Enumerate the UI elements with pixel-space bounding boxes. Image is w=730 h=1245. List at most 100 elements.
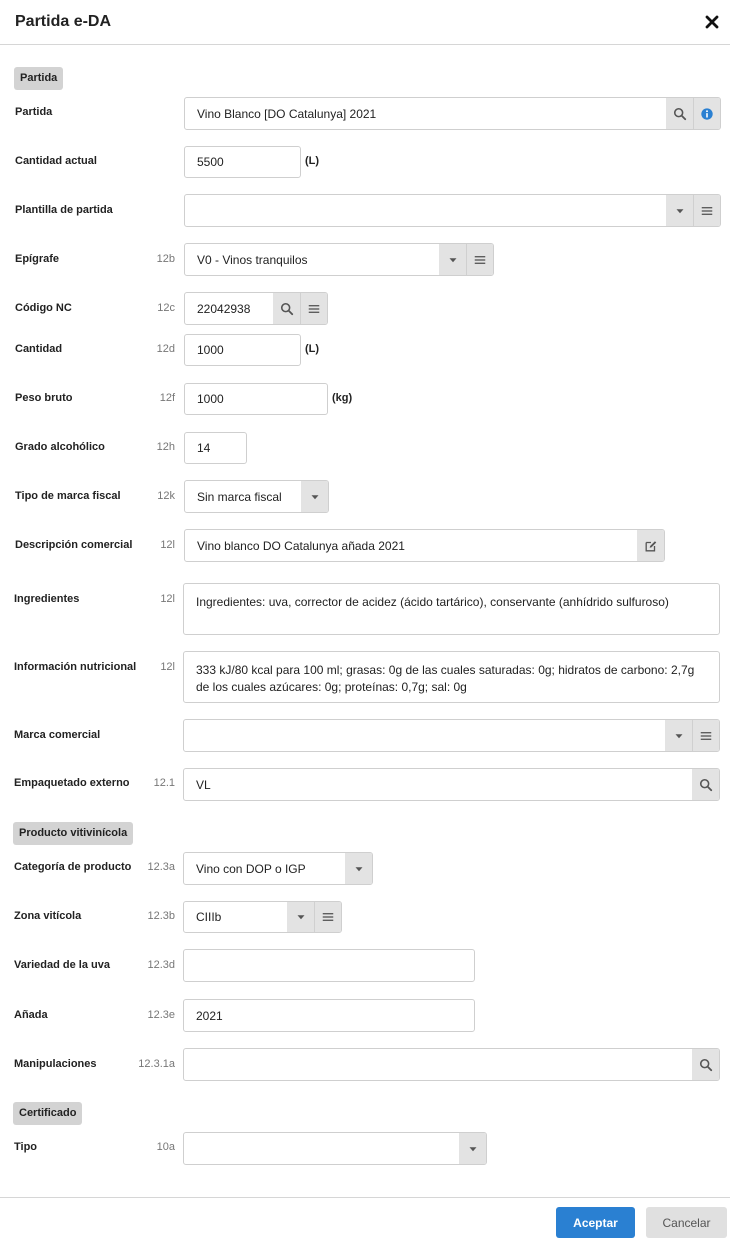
section-certificado: Certificado — [13, 1102, 83, 1125]
label-codigo-nc: Código NC — [15, 302, 72, 314]
code-peso-bruto: 12f — [159, 392, 175, 404]
label-marca-comercial: Marca comercial — [14, 729, 101, 741]
grado-value: 14 — [197, 441, 211, 455]
descripcion-input[interactable]: Vino blanco DO Catalunya añada 2021 — [184, 529, 665, 562]
label-anada: Añada — [14, 1009, 48, 1021]
marca-comercial-select[interactable] — [183, 719, 720, 752]
epigrafe-select[interactable]: V0 - Vinos tranquilos — [184, 243, 494, 276]
list-icon — [321, 910, 335, 924]
cantidad-actual-input[interactable]: 5500 — [184, 146, 301, 178]
tipo-marca-select[interactable]: Sin marca fiscal — [184, 480, 329, 513]
label-plantilla: Plantilla de partida — [15, 204, 113, 216]
label-descripcion: Descripción comercial — [15, 539, 133, 551]
label-peso-bruto: Peso bruto — [15, 392, 73, 404]
anada-value: 2021 — [196, 1008, 223, 1023]
manipulaciones-input[interactable] — [183, 1048, 720, 1081]
peso-bruto-value: 1000 — [197, 392, 224, 406]
cantidad-unit: (L) — [305, 343, 320, 355]
chevron-down-icon — [446, 253, 460, 267]
zona-value: CIIIb — [196, 910, 222, 924]
code-cantidad: 12d — [156, 343, 175, 355]
empaquetado-input[interactable]: VL — [183, 768, 720, 801]
code-zona: 12.3b — [147, 910, 175, 922]
label-tipo: Tipo — [14, 1141, 38, 1153]
tipo-marca-dropdown-button[interactable] — [301, 481, 328, 512]
label-partida: Partida — [15, 106, 53, 118]
partida-search-button[interactable] — [666, 98, 693, 129]
nutricional-value: 333 kJ/80 kcal para 100 ml; grasas: 0g d… — [196, 663, 695, 694]
plantilla-dropdown-button[interactable] — [666, 195, 693, 226]
code-nutricional: 12l — [160, 661, 175, 673]
partida-field[interactable]: Vino Blanco [DO Catalunya] 2021 — [184, 97, 721, 130]
partida-info-button[interactable] — [693, 98, 720, 129]
codigo-nc-list-button[interactable] — [300, 293, 327, 324]
chevron-down-icon — [466, 1142, 480, 1156]
nutricional-textarea[interactable]: 333 kJ/80 kcal para 100 ml; grasas: 0g d… — [183, 651, 720, 703]
variedad-input[interactable] — [183, 949, 475, 982]
search-icon — [699, 1058, 713, 1072]
cantidad-actual-value: 5500 — [197, 155, 224, 169]
epigrafe-list-button[interactable] — [466, 244, 493, 275]
code-categoria: 12.3a — [147, 861, 175, 873]
marca-comercial-dropdown-button[interactable] — [665, 720, 692, 751]
zona-select[interactable]: CIIIb — [183, 901, 342, 933]
epigrafe-value: V0 - Vinos tranquilos — [197, 252, 308, 267]
section-partida: Partida — [14, 67, 64, 90]
dialog-title: Partida e-DA — [15, 13, 112, 30]
peso-bruto-input[interactable]: 1000 — [184, 383, 328, 415]
peso-bruto-unit: (kg) — [332, 392, 353, 404]
code-grado: 12h — [156, 441, 175, 453]
cancel-button[interactable]: Cancelar — [646, 1207, 727, 1238]
chevron-down-icon — [294, 910, 308, 924]
categoria-select[interactable]: Vino con DOP o IGP — [183, 852, 373, 885]
descripcion-edit-button[interactable] — [637, 530, 664, 561]
code-tipo-marca: 12k — [157, 490, 175, 502]
zona-dropdown-button[interactable] — [287, 902, 314, 932]
list-icon — [699, 729, 713, 743]
epigrafe-dropdown-button[interactable] — [439, 244, 466, 275]
code-anada: 12.3e — [147, 1009, 175, 1021]
chevron-down-icon — [352, 862, 366, 876]
anada-input[interactable]: 2021 — [183, 999, 475, 1032]
plantilla-select[interactable] — [184, 194, 721, 227]
label-ingredientes: Ingredientes — [14, 593, 80, 605]
search-icon — [280, 302, 294, 316]
code-epigrafe: 12b — [156, 253, 175, 265]
categoria-value: Vino con DOP o IGP — [196, 861, 306, 876]
label-grado: Grado alcohólico — [15, 441, 105, 453]
label-categoria: Categoría de producto — [14, 861, 132, 873]
search-icon — [699, 778, 713, 792]
codigo-nc-search-button[interactable] — [273, 293, 300, 324]
close-button[interactable] — [703, 13, 721, 31]
codigo-nc-input[interactable]: 22042938 — [184, 292, 328, 325]
manipulaciones-search-button[interactable] — [692, 1049, 719, 1080]
chevron-down-icon — [308, 490, 322, 504]
cantidad-actual-unit: (L) — [305, 155, 320, 167]
code-codigo-nc: 12c — [157, 302, 175, 314]
zona-list-button[interactable] — [314, 902, 341, 932]
label-cantidad: Cantidad — [15, 343, 63, 355]
tipo-dropdown-button[interactable] — [459, 1133, 486, 1164]
info-icon — [700, 107, 714, 121]
grado-input[interactable]: 14 — [184, 432, 247, 464]
empaquetado-search-button[interactable] — [692, 769, 719, 800]
empaquetado-value: VL — [196, 777, 211, 792]
marca-comercial-list-button[interactable] — [692, 720, 719, 751]
list-icon — [473, 253, 487, 267]
ingredientes-textarea[interactable]: Ingredientes: uva, corrector de acidez (… — [183, 583, 720, 635]
categoria-dropdown-button[interactable] — [345, 853, 372, 884]
cantidad-input[interactable]: 1000 — [184, 334, 301, 366]
codigo-nc-value: 22042938 — [197, 301, 251, 316]
accept-button[interactable]: Aceptar — [556, 1207, 635, 1238]
section-producto: Producto vitivinícola — [13, 822, 134, 845]
tipo-select[interactable] — [183, 1132, 487, 1165]
label-nutricional: Información nutricional — [14, 661, 137, 673]
plantilla-list-button[interactable] — [693, 195, 720, 226]
label-zona: Zona vitícola — [14, 910, 82, 922]
code-manipulaciones: 12.3.1a — [138, 1058, 175, 1070]
code-ingredientes: 12l — [160, 593, 175, 605]
cantidad-value: 1000 — [197, 343, 224, 357]
dialog-footer: Aceptar Cancelar — [0, 1197, 730, 1245]
chevron-down-icon — [672, 729, 686, 743]
code-empaquetado: 12.1 — [153, 777, 175, 789]
